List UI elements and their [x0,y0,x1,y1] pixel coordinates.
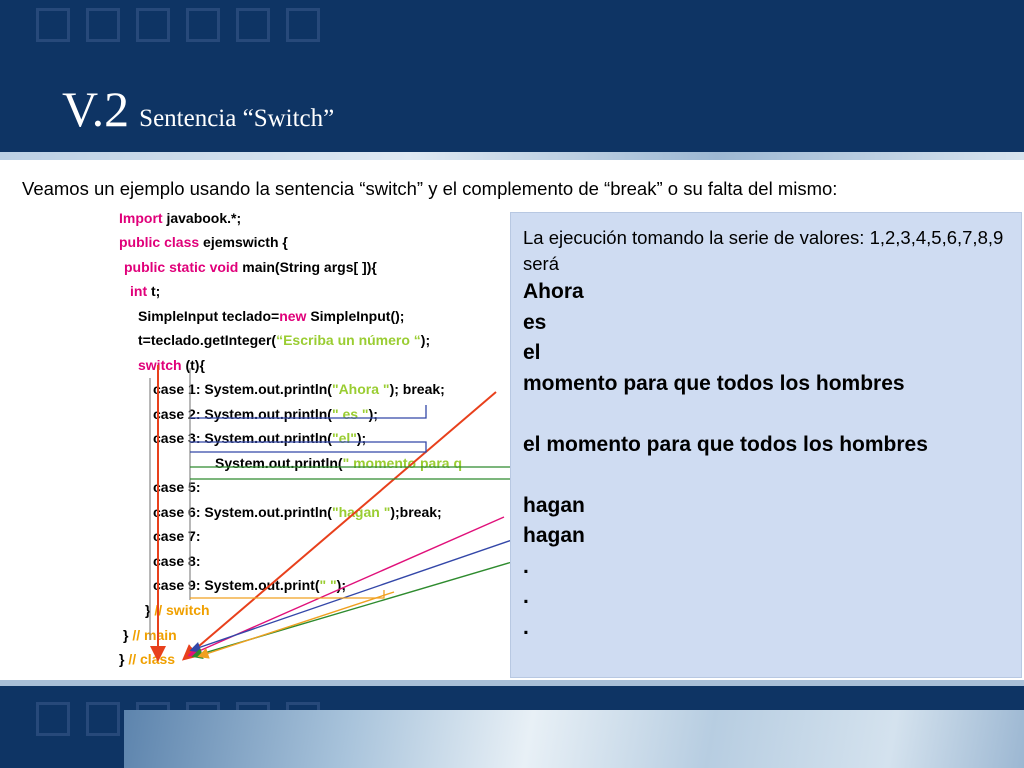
footer-strip [0,680,1024,686]
output-line: . [523,585,529,608]
output-line: . [523,615,529,639]
code-line: Import javabook.*; [119,210,242,226]
footer-image [124,710,1024,768]
code-line: case 2: System.out.println(" es "); [153,406,378,422]
code-line: case 8: [153,553,201,569]
code-line: } // class [119,651,176,667]
code-line: case 6: System.out.println("hagan ");bre… [153,504,442,520]
header-strip [0,152,1024,160]
output-line: hagan [523,493,585,517]
output-line: momento para que todos los hombres [523,371,905,395]
output-line: hagan [523,524,585,547]
code-line: switch (t){ [138,357,205,373]
output-line: el [523,341,541,364]
code-line: case 7: [153,528,201,544]
title-subtitle: Sentencia “Switch” [139,105,335,132]
code-line: public class ejemswicth { [119,234,288,250]
code-line: } // switch [145,602,210,618]
output-line: es [523,310,547,334]
header-decoration [36,8,320,42]
intro-text: Veamos un ejemplo usando la sentencia “s… [22,178,838,199]
slide-header: V.2 Sentencia “Switch” [0,0,1024,152]
code-line: } // main [123,627,177,643]
code-line: case 3: System.out.println("el"); [153,430,367,446]
code-line: SimpleInput teclado=new SimpleInput(); [138,308,405,324]
arrow-panel-to-main [189,539,513,653]
slide-title: V.2 Sentencia “Switch” [62,80,334,138]
code-line: public static void main(String args[ ]){ [124,259,377,275]
output-line: . [523,554,529,578]
arrow-case9-exit [197,591,395,659]
code-line: System.out.println(" momento para q [215,455,462,471]
code-line: case 5: [153,479,201,495]
execution-output-panel: La ejecución tomando la serie de valores… [510,212,1022,678]
code-line: int t; [130,283,161,299]
output-line: el momento para que todos los hombres [523,432,928,456]
code-line: t=teclado.getInteger(“Escriba un número … [138,332,431,348]
code-line: case 9: System.out.print(" "); [153,577,346,593]
output-line: Ahora [523,280,584,303]
panel-heading: La ejecución tomando la serie de valores… [523,227,1004,274]
title-section-number: V.2 [62,81,130,137]
slide-footer [0,680,1024,768]
code-line: case 1: System.out.println("Ahora "); br… [153,381,445,397]
